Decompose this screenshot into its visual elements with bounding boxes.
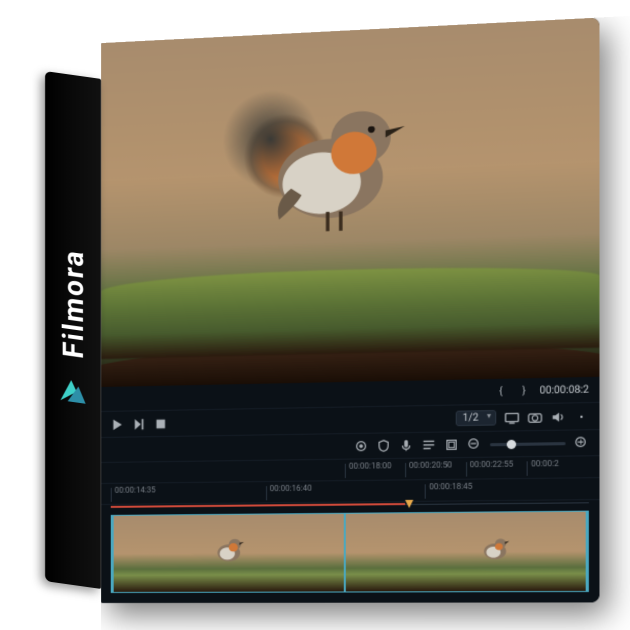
playback-quality-select[interactable]: 1/2: [455, 410, 496, 426]
clip-thumbnail[interactable]: [345, 511, 589, 593]
zoom-slider[interactable]: [490, 442, 566, 446]
control-panel: { } 00:00:08:2 1/2: [101, 377, 599, 603]
product-name: Filmora: [57, 247, 90, 361]
speaker-icon[interactable]: [551, 409, 566, 424]
tick-label: 00:00:18:45: [429, 482, 472, 492]
more-icon[interactable]: [574, 409, 589, 424]
shield-icon[interactable]: [376, 439, 390, 454]
thumbnail-bird-icon: [453, 526, 540, 566]
tick-label: 00:00:14:35: [115, 485, 156, 494]
crop-icon[interactable]: [444, 437, 459, 452]
list-icon[interactable]: [422, 438, 436, 453]
tick-label: 00:00:18:00: [349, 461, 392, 471]
camera-icon[interactable]: [528, 410, 543, 425]
preview-bird: [236, 68, 435, 252]
zoom-out-icon[interactable]: [467, 437, 482, 452]
mic-icon[interactable]: [399, 438, 413, 453]
display-icon[interactable]: [505, 410, 520, 425]
clip-thumbnail[interactable]: [111, 513, 345, 593]
preview-moss: [101, 262, 599, 360]
marker-next-button[interactable]: }: [517, 383, 532, 398]
stop-icon[interactable]: [154, 416, 168, 430]
tick-label: 00:00:20:50: [409, 460, 452, 470]
product-box: Filmora: [35, 35, 595, 595]
zoom-in-icon[interactable]: [574, 435, 589, 450]
played-region: [111, 503, 405, 508]
tick-label: 00:00:2: [531, 459, 559, 469]
play-icon[interactable]: [111, 417, 125, 431]
preview-viewport[interactable]: [101, 17, 599, 387]
step-forward-icon[interactable]: [132, 417, 146, 431]
filmora-logo-icon: [55, 372, 91, 413]
marker-prev-button[interactable]: {: [494, 384, 509, 399]
box-spine: Filmora: [45, 71, 101, 589]
tick-label: 00:00:22:55: [470, 459, 514, 469]
record-icon[interactable]: [354, 439, 368, 454]
thumbnail-bird-icon: [182, 528, 279, 567]
editor-window: { } 00:00:08:2 1/2: [101, 17, 599, 603]
tick-label: 00:00:16:40: [270, 484, 312, 494]
timeline-track[interactable]: [101, 506, 599, 603]
current-timecode: 00:00:08:2: [540, 384, 589, 396]
